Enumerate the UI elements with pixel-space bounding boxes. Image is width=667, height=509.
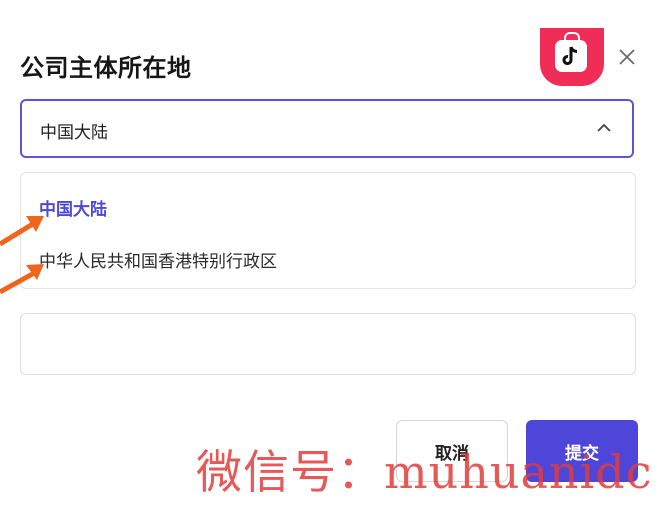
region-select-value: 中国大陆 [40, 123, 108, 143]
region-option-hongkong[interactable]: 中华人民共和国香港特别行政区 [39, 247, 277, 272]
tiktok-shop-logo-icon [540, 28, 604, 86]
annotation-arrow-icon [0, 216, 44, 246]
chevron-up-icon[interactable] [596, 122, 612, 134]
shopping-bag-icon [555, 32, 587, 72]
region-dropdown-menu: 中国大陆 中华人民共和国香港特别行政区 [20, 172, 636, 289]
music-note-icon [562, 46, 578, 66]
secondary-input-field[interactable] [20, 313, 636, 375]
close-icon[interactable] [616, 46, 638, 68]
annotation-arrow-icon [0, 264, 44, 295]
submit-button[interactable]: 提交 [526, 420, 638, 482]
cancel-button[interactable]: 取消 [396, 420, 508, 482]
dialog-title: 公司主体所在地 [20, 54, 192, 82]
secondary-input[interactable] [21, 314, 635, 374]
region-select[interactable]: 中国大陆 [20, 99, 634, 158]
